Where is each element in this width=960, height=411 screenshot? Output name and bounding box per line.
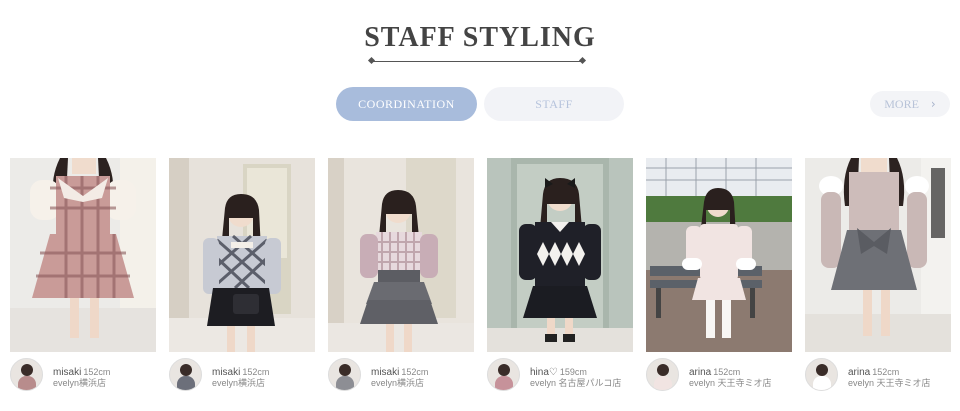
styling-card[interactable]: arina 152cm evelyn 天王寺ミオ店 bbox=[805, 158, 951, 402]
staff-shop: evelyn横浜店 bbox=[371, 378, 425, 388]
styling-photo[interactable] bbox=[169, 158, 315, 352]
avatar[interactable] bbox=[487, 358, 520, 391]
styling-card[interactable]: hina♡ 159cm evelyn 名古屋パルコ店 bbox=[487, 158, 633, 402]
avatar[interactable] bbox=[646, 358, 679, 391]
styling-photo[interactable] bbox=[805, 158, 951, 352]
staff-shop: evelyn 天王寺ミオ店 bbox=[848, 378, 931, 388]
divider-diamond-icon bbox=[367, 56, 376, 65]
tab-staff[interactable]: STAFF bbox=[484, 87, 624, 121]
staff-shop: evelyn横浜店 bbox=[212, 378, 266, 388]
tab-coordination[interactable]: COORDINATION bbox=[336, 87, 477, 121]
staff-shop: evelyn 天王寺ミオ店 bbox=[689, 378, 772, 388]
more-button[interactable]: MORE › bbox=[870, 91, 950, 117]
avatar[interactable] bbox=[169, 358, 202, 391]
staff-shop: evelyn 名古屋パルコ店 bbox=[530, 378, 622, 388]
avatar[interactable] bbox=[10, 358, 43, 391]
staff-shop: evelyn横浜店 bbox=[53, 378, 107, 388]
avatar[interactable] bbox=[328, 358, 361, 391]
styling-card[interactable]: misaki 152cm evelyn横浜店 bbox=[169, 158, 315, 402]
styling-photo[interactable] bbox=[328, 158, 474, 352]
styling-photo[interactable] bbox=[487, 158, 633, 352]
styling-photo[interactable] bbox=[10, 158, 156, 352]
divider-diamond-icon bbox=[578, 56, 587, 65]
avatar[interactable] bbox=[805, 358, 838, 391]
section-title: STAFF STYLING bbox=[364, 22, 596, 53]
more-label: MORE bbox=[884, 96, 919, 111]
styling-card[interactable]: arina 152cm evelyn 天王寺ミオ店 bbox=[646, 158, 792, 402]
title-divider bbox=[367, 56, 587, 65]
styling-card[interactable]: misaki 152cm evelyn横浜店 bbox=[10, 158, 156, 402]
chevron-right-icon: › bbox=[930, 97, 936, 111]
styling-card[interactable]: misaki 152cm evelyn横浜店 bbox=[328, 158, 474, 402]
styling-photo[interactable] bbox=[646, 158, 792, 352]
